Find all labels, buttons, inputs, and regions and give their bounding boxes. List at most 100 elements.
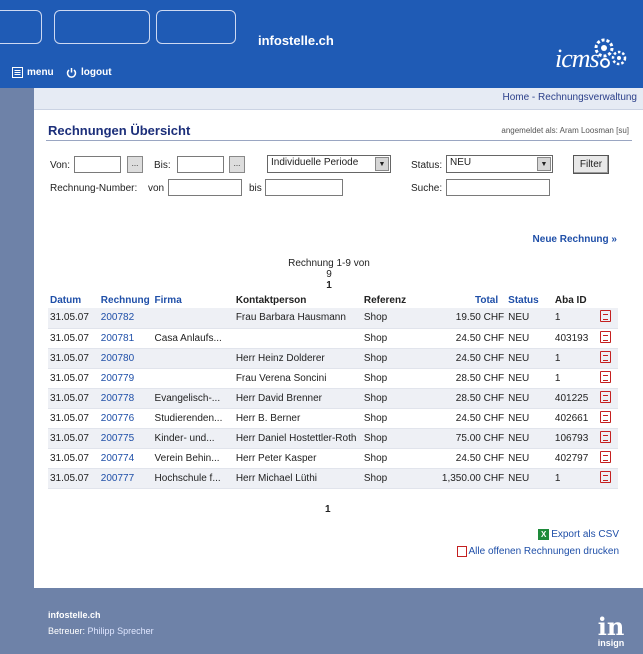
table-row: 31.05.07 200776 Studierenden... Herr B. Ber… bbox=[48, 408, 618, 428]
cell-ref: Shop bbox=[363, 452, 388, 464]
table-header-row: Datum Rechnung Firma Kontaktperson Refer… bbox=[48, 294, 618, 308]
invoice-table: Datum Rechnung Firma Kontaktperson Refer… bbox=[48, 294, 618, 489]
paging-page-link[interactable]: 1 bbox=[284, 280, 374, 291]
pdf-icon[interactable] bbox=[599, 330, 611, 343]
cell-nr[interactable]: 200775 bbox=[99, 428, 153, 448]
app-frame: infostelle.ch menu logout icms Home - Re… bbox=[0, 0, 643, 654]
col-header-firma[interactable]: Firma bbox=[153, 294, 234, 308]
pdf-icon[interactable] bbox=[599, 390, 611, 403]
cell-nr[interactable]: 200777 bbox=[99, 468, 153, 488]
cell-aba: 1 bbox=[554, 472, 561, 484]
table-row: 31.05.07 200781 Casa Anlaufs... Shop 24.50 C… bbox=[48, 328, 618, 348]
cell-nr[interactable]: 200781 bbox=[99, 328, 153, 348]
breadcrumb: Home - Rechnungsverwaltung bbox=[34, 88, 643, 110]
pdf-icon[interactable] bbox=[599, 370, 611, 383]
date-from-input[interactable] bbox=[74, 156, 121, 173]
table-row: 31.05.07 200775 Kinder- und... Herr Daniel … bbox=[48, 428, 618, 448]
table-row: 31.05.07 200778 Evangelisch-... Herr David … bbox=[48, 388, 618, 408]
col-header-rechnung[interactable]: Rechnung bbox=[99, 294, 153, 308]
cell-aba: 402797 bbox=[554, 452, 589, 464]
cell-firma bbox=[153, 308, 234, 328]
cell-ref: Shop bbox=[363, 412, 388, 424]
cell-kontakt: Herr B. Berner bbox=[235, 412, 301, 424]
cell-nr[interactable]: 200778 bbox=[99, 388, 153, 408]
date-to-input[interactable] bbox=[177, 156, 224, 173]
pdf-icon[interactable] bbox=[599, 470, 611, 483]
cell-nr[interactable]: 200782 bbox=[99, 308, 153, 328]
col-header-referenz: Referenz bbox=[363, 294, 407, 306]
print-all-label: Alle offenen Rechnungen drucken bbox=[468, 546, 619, 557]
cell-datum: 31.05.07 bbox=[50, 452, 89, 464]
cell-nr[interactable]: 200774 bbox=[99, 448, 153, 468]
cell-status: NEU bbox=[508, 432, 530, 444]
number-to-input[interactable] bbox=[265, 179, 343, 196]
pdf-icon[interactable] bbox=[599, 350, 611, 363]
cell-datum: 31.05.07 bbox=[50, 472, 89, 484]
insign-logo: in insign bbox=[593, 615, 629, 649]
cell-datum: 31.05.07 bbox=[50, 412, 89, 424]
cell-ref: Shop bbox=[363, 372, 388, 384]
cell-status: NEU bbox=[508, 452, 530, 464]
page-title: Rechnungen Übersicht bbox=[48, 123, 191, 138]
print-all-link[interactable]: Alle offenen Rechnungen drucken bbox=[456, 546, 619, 557]
cell-total: 24.50 CHF bbox=[455, 332, 505, 344]
header: infostelle.ch menu logout icms bbox=[0, 0, 643, 88]
cell-total: 1,350.00 CHF bbox=[441, 472, 505, 484]
menu-button[interactable]: menu bbox=[12, 67, 54, 78]
cell-pdf bbox=[598, 388, 618, 408]
col-header-datum[interactable]: Datum bbox=[48, 294, 99, 308]
search-input[interactable] bbox=[446, 179, 550, 196]
pdf-icon[interactable] bbox=[599, 410, 611, 423]
col-header-total[interactable]: Total bbox=[425, 294, 506, 308]
export-csv-link[interactable]: X Export als CSV bbox=[538, 529, 619, 540]
pdf-icon[interactable] bbox=[599, 450, 611, 463]
footer-site: infostelle.ch bbox=[48, 610, 101, 620]
search-label: Suche: bbox=[411, 183, 443, 194]
breadcrumb-home-link[interactable]: Home bbox=[502, 92, 529, 103]
logout-button[interactable]: logout bbox=[66, 67, 112, 78]
breadcrumb-current[interactable]: Rechnungsverwaltung bbox=[538, 92, 637, 103]
cell-ref: Shop bbox=[363, 332, 388, 344]
cell-firma bbox=[153, 368, 234, 388]
new-invoice-link[interactable]: Neue Rechnung » bbox=[533, 234, 617, 245]
table-row: 31.05.07 200780 Herr Heinz Dolderer Shop 24.… bbox=[48, 348, 618, 368]
chevron-down-icon: ▼ bbox=[375, 157, 389, 171]
period-select[interactable]: Individuelle Periode ▼ bbox=[267, 155, 391, 173]
cell-status: NEU bbox=[508, 392, 530, 404]
cell-pdf bbox=[598, 368, 618, 388]
gears-icon bbox=[594, 38, 627, 68]
betreuer-link[interactable]: Philipp Sprecher bbox=[88, 626, 154, 636]
cell-total: 24.50 CHF bbox=[455, 412, 505, 424]
cell-nr[interactable]: 200780 bbox=[99, 348, 153, 368]
header-tab-decor bbox=[54, 10, 150, 44]
cell-nr[interactable]: 200776 bbox=[99, 408, 153, 428]
cell-status: NEU bbox=[508, 372, 530, 384]
cell-pdf bbox=[598, 408, 618, 428]
cell-total: 75.00 CHF bbox=[455, 432, 505, 444]
betreuer-label: Betreuer: bbox=[48, 626, 86, 636]
cell-aba: 106793 bbox=[554, 432, 589, 444]
bottom-page-link[interactable]: 1 bbox=[325, 504, 331, 515]
status-select[interactable]: NEU ▼ bbox=[446, 155, 553, 173]
col-header-status[interactable]: Status bbox=[506, 294, 553, 308]
cell-kontakt: Frau Barbara Hausmann bbox=[235, 312, 346, 324]
filter-button[interactable]: Filter bbox=[573, 155, 609, 174]
cell-pdf bbox=[598, 468, 618, 488]
cell-ref: Shop bbox=[363, 352, 388, 364]
cell-datum: 31.05.07 bbox=[50, 352, 89, 364]
number-from-input[interactable] bbox=[168, 179, 242, 196]
cell-total: 28.50 CHF bbox=[455, 372, 505, 384]
menu-label: menu bbox=[27, 67, 54, 78]
pdf-icon[interactable] bbox=[599, 430, 611, 443]
cell-firma: Verein Behin... bbox=[154, 452, 220, 464]
cell-firma: Evangelisch-... bbox=[154, 392, 221, 404]
cell-ref: Shop bbox=[363, 392, 388, 404]
bis-label: Bis: bbox=[154, 160, 171, 171]
pdf-icon[interactable] bbox=[599, 310, 611, 323]
cell-status: NEU bbox=[508, 412, 530, 424]
date-from-picker-button[interactable]: ... bbox=[127, 156, 143, 173]
date-to-picker-button[interactable]: ... bbox=[229, 156, 245, 173]
cell-aba: 403193 bbox=[554, 332, 589, 344]
cell-nr[interactable]: 200779 bbox=[99, 368, 153, 388]
chevron-down-icon: ▼ bbox=[537, 157, 551, 171]
